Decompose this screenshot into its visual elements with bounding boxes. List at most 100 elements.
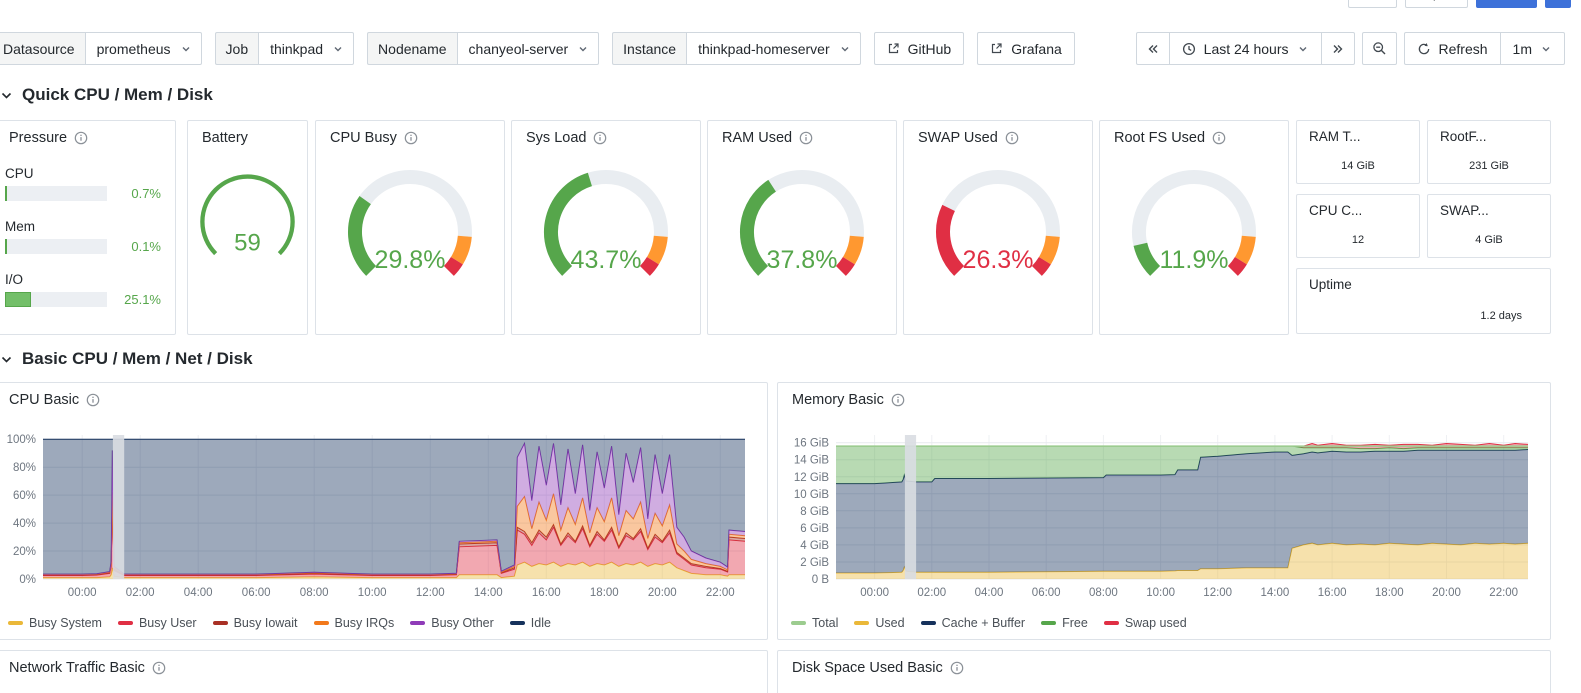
grafana-link-button[interactable]: Grafana <box>977 32 1075 65</box>
filter-instance: Instance thinkpad-homeserver <box>612 32 861 65</box>
info-icon[interactable] <box>593 131 607 145</box>
panel-header[interactable]: Root FS Used <box>1100 121 1288 146</box>
info-icon[interactable] <box>1005 131 1019 145</box>
info-icon[interactable] <box>891 393 905 407</box>
info-icon[interactable] <box>152 661 166 675</box>
svg-text:04:00: 04:00 <box>184 587 213 599</box>
zoom-out-time-button[interactable] <box>1361 32 1397 65</box>
time-range-picker[interactable]: Last 24 hours <box>1168 32 1322 65</box>
svg-text:14:00: 14:00 <box>1261 587 1290 599</box>
legend-item-free[interactable]: Free <box>1041 616 1088 630</box>
panel-title: CPU Basic <box>9 392 80 408</box>
legend-label: Busy Iowait <box>233 616 298 630</box>
panel-header[interactable]: Sys Load <box>512 121 700 146</box>
svg-text:14:00: 14:00 <box>474 587 503 599</box>
legend-item-busy-user[interactable]: Busy User <box>117 616 197 630</box>
github-link-button[interactable]: GitHub <box>873 32 965 65</box>
pressure-row-io: I/O 25.1% <box>5 272 161 307</box>
pressure-row-label: I/O <box>5 272 24 287</box>
panel-header[interactable]: Battery <box>188 121 307 146</box>
panel-header[interactable]: Pressure <box>0 121 175 146</box>
filter-label: Nodename <box>367 32 457 65</box>
panel-title: Root FS Used <box>1114 130 1206 146</box>
section-quick-cpu-mem-disk[interactable]: Quick CPU / Mem / Disk <box>0 85 213 105</box>
panel-header[interactable]: CPU C... <box>1297 195 1419 218</box>
svg-text:18:00: 18:00 <box>590 587 619 599</box>
panel-header[interactable]: Network Traffic Basic <box>0 651 767 676</box>
time-shift-back-button[interactable] <box>1135 32 1170 65</box>
legend-item-busy-irqs[interactable]: Busy IRQs <box>313 616 395 630</box>
svg-text:20:00: 20:00 <box>1432 587 1461 599</box>
time-shift-forward-button[interactable] <box>1320 32 1355 65</box>
legend-item-used[interactable]: Used <box>854 616 905 630</box>
info-icon[interactable] <box>950 661 964 675</box>
legend-item-swap-used[interactable]: Swap used <box>1103 616 1187 630</box>
panel-header[interactable]: RAM Used <box>708 121 896 146</box>
legend-item-busy-system[interactable]: Busy System <box>8 616 102 630</box>
filter-label: Datasource <box>0 32 85 65</box>
cpu-legend: Busy System Busy User Busy Iowait Busy IRQs… <box>8 616 551 630</box>
legend-color-swatch <box>8 621 23 625</box>
share-caret-button[interactable] <box>1545 0 1571 8</box>
svg-text:16 GiB: 16 GiB <box>794 438 829 450</box>
share-button[interactable]: Share <box>1476 0 1537 8</box>
panel-header[interactable]: Memory Basic <box>778 383 1550 408</box>
info-icon[interactable] <box>74 131 88 145</box>
panel-header[interactable]: RAM T... <box>1297 121 1419 144</box>
filter-value-dropdown[interactable]: chanyeol-server <box>456 32 600 65</box>
legend-label: Busy IRQs <box>334 616 395 630</box>
refresh-button[interactable]: Refresh <box>1403 32 1501 65</box>
gauge-panel-root-fs-used: Root FS Used 11.9% <box>1099 120 1289 335</box>
memory-basic-panel: Memory Basic 0 B 2 GiB 4 GiB 6 GiB 8 GiB 10 G… <box>777 382 1551 640</box>
external-link-icon <box>992 43 1002 54</box>
legend-label: Total <box>812 616 839 630</box>
bar-gauge-fill <box>5 186 7 201</box>
edit-button[interactable]: Edit <box>1348 0 1397 8</box>
svg-text:12 GiB: 12 GiB <box>794 472 829 484</box>
legend-item-idle[interactable]: Idle <box>509 616 551 630</box>
export-button[interactable]: Export <box>1404 0 1469 8</box>
gauge: 59 <box>200 174 295 257</box>
chevron-down-icon <box>841 46 849 51</box>
panel-title: SWAP Used <box>918 130 998 146</box>
legend-color-swatch <box>1103 621 1119 625</box>
panel-header[interactable]: Uptime <box>1297 269 1550 292</box>
cpu-basic-chart[interactable]: 0% 20% 40% 60% 80% 100% 00:00 02:00 04:00 06:00 08… <box>3 427 759 603</box>
legend-item-busy-iowait[interactable]: Busy Iowait <box>212 616 298 630</box>
filter-label: Job <box>214 32 259 65</box>
panel-header[interactable]: SWAP Used <box>904 121 1092 146</box>
filter-nodename: Nodename chanyeol-server <box>367 32 600 65</box>
memory-basic-chart[interactable]: 0 B 2 GiB 4 GiB 6 GiB 8 GiB 10 GiB 12 GiB 14 Gi… <box>786 427 1542 603</box>
panel-header[interactable]: SWAP... <box>1428 195 1550 218</box>
filter-value-dropdown[interactable]: prometheus <box>84 32 202 65</box>
bar-gauge-fill <box>5 239 7 254</box>
stat-panel-cpu-c: CPU C... 12 <box>1296 194 1420 258</box>
pressure-row-label: Mem <box>5 219 35 234</box>
filter-value: prometheus <box>96 40 171 57</box>
refresh-interval-picker[interactable]: 1m <box>1499 32 1565 65</box>
panel-title: Sys Load <box>526 130 587 146</box>
panel-header[interactable]: CPU Basic <box>0 383 767 408</box>
legend-item-busy-other[interactable]: Busy Other <box>410 616 494 630</box>
stat-panel-swap: SWAP... 4 GiB <box>1427 194 1551 258</box>
filter-value-dropdown[interactable]: thinkpad-homeserver <box>686 32 861 65</box>
panel-header[interactable]: CPU Busy <box>316 121 504 146</box>
legend-item-cache-buffer[interactable]: Cache + Buffer <box>920 616 1025 630</box>
panel-header[interactable]: RootF... <box>1428 121 1550 144</box>
section-title: Quick CPU / Mem / Disk <box>22 85 213 104</box>
legend-item-total[interactable]: Total <box>791 616 838 630</box>
info-icon[interactable] <box>1212 131 1226 145</box>
panel-title: SWAP... <box>1440 203 1489 218</box>
panel-header[interactable]: Disk Space Used Basic <box>778 651 1550 676</box>
info-icon[interactable] <box>404 131 418 145</box>
network-traffic-basic-panel: Network Traffic Basic <box>0 650 768 693</box>
section-title: Basic CPU / Mem / Net / Disk <box>22 349 253 368</box>
svg-text:22:00: 22:00 <box>706 587 735 599</box>
pressure-row-label: CPU <box>5 166 34 181</box>
info-icon[interactable] <box>799 131 813 145</box>
filter-value-dropdown[interactable]: thinkpad <box>258 32 355 65</box>
svg-text:60%: 60% <box>13 490 36 502</box>
legend-color-swatch <box>313 621 329 625</box>
section-basic-cpu-mem-net-disk[interactable]: Basic CPU / Mem / Net / Disk <box>0 349 253 369</box>
info-icon[interactable] <box>86 393 100 407</box>
